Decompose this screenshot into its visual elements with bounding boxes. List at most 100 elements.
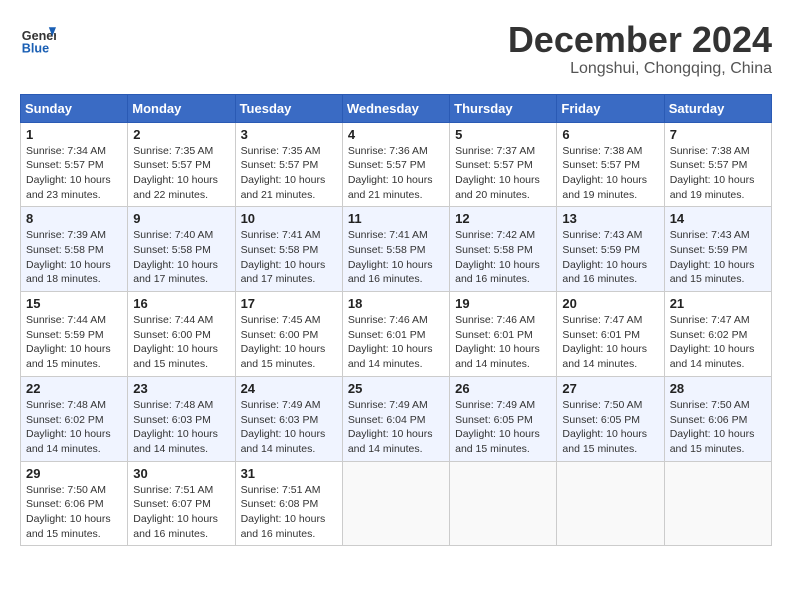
header-sunday: Sunday [21,94,128,122]
day-number: 29 [26,466,122,481]
day-number: 30 [133,466,229,481]
header-friday: Friday [557,94,664,122]
day-cell-12: 12 Sunrise: 7:42 AM Sunset: 5:58 PM Dayl… [450,207,557,292]
day-number: 7 [670,127,766,142]
day-info: Sunrise: 7:46 AM Sunset: 6:01 PM Dayligh… [455,313,551,372]
empty-cell [664,461,771,546]
day-info: Sunrise: 7:46 AM Sunset: 6:01 PM Dayligh… [348,313,444,372]
day-cell-22: 22 Sunrise: 7:48 AM Sunset: 6:02 PM Dayl… [21,376,128,461]
day-number: 28 [670,381,766,396]
day-number: 10 [241,211,337,226]
day-cell-25: 25 Sunrise: 7:49 AM Sunset: 6:04 PM Dayl… [342,376,449,461]
day-cell-29: 29 Sunrise: 7:50 AM Sunset: 6:06 PM Dayl… [21,461,128,546]
day-cell-17: 17 Sunrise: 7:45 AM Sunset: 6:00 PM Dayl… [235,292,342,377]
day-info: Sunrise: 7:48 AM Sunset: 6:03 PM Dayligh… [133,398,229,457]
day-number: 5 [455,127,551,142]
header-wednesday: Wednesday [342,94,449,122]
day-info: Sunrise: 7:37 AM Sunset: 5:57 PM Dayligh… [455,144,551,203]
calendar-week-2: 8 Sunrise: 7:39 AM Sunset: 5:58 PM Dayli… [21,207,772,292]
day-info: Sunrise: 7:45 AM Sunset: 6:00 PM Dayligh… [241,313,337,372]
day-number: 14 [670,211,766,226]
day-info: Sunrise: 7:38 AM Sunset: 5:57 PM Dayligh… [670,144,766,203]
day-number: 1 [26,127,122,142]
day-info: Sunrise: 7:51 AM Sunset: 6:08 PM Dayligh… [241,483,337,542]
day-number: 8 [26,211,122,226]
header-thursday: Thursday [450,94,557,122]
day-cell-18: 18 Sunrise: 7:46 AM Sunset: 6:01 PM Dayl… [342,292,449,377]
header-monday: Monday [128,94,235,122]
day-number: 2 [133,127,229,142]
day-info: Sunrise: 7:51 AM Sunset: 6:07 PM Dayligh… [133,483,229,542]
day-info: Sunrise: 7:49 AM Sunset: 6:03 PM Dayligh… [241,398,337,457]
day-info: Sunrise: 7:50 AM Sunset: 6:05 PM Dayligh… [562,398,658,457]
day-info: Sunrise: 7:34 AM Sunset: 5:57 PM Dayligh… [26,144,122,203]
day-cell-23: 23 Sunrise: 7:48 AM Sunset: 6:03 PM Dayl… [128,376,235,461]
day-cell-31: 31 Sunrise: 7:51 AM Sunset: 6:08 PM Dayl… [235,461,342,546]
svg-text:Blue: Blue [22,41,49,55]
month-title: December 2024 [508,20,772,60]
day-cell-26: 26 Sunrise: 7:49 AM Sunset: 6:05 PM Dayl… [450,376,557,461]
calendar-week-5: 29 Sunrise: 7:50 AM Sunset: 6:06 PM Dayl… [21,461,772,546]
day-cell-11: 11 Sunrise: 7:41 AM Sunset: 5:58 PM Dayl… [342,207,449,292]
logo: General Blue [20,20,56,56]
day-cell-16: 16 Sunrise: 7:44 AM Sunset: 6:00 PM Dayl… [128,292,235,377]
logo-icon: General Blue [20,20,56,56]
day-cell-27: 27 Sunrise: 7:50 AM Sunset: 6:05 PM Dayl… [557,376,664,461]
day-info: Sunrise: 7:38 AM Sunset: 5:57 PM Dayligh… [562,144,658,203]
location: Longshui, Chongqing, China [508,60,772,78]
day-cell-15: 15 Sunrise: 7:44 AM Sunset: 5:59 PM Dayl… [21,292,128,377]
day-number: 17 [241,296,337,311]
header-saturday: Saturday [664,94,771,122]
day-cell-1: 1 Sunrise: 7:34 AM Sunset: 5:57 PM Dayli… [21,122,128,207]
day-info: Sunrise: 7:41 AM Sunset: 5:58 PM Dayligh… [241,228,337,287]
day-cell-4: 4 Sunrise: 7:36 AM Sunset: 5:57 PM Dayli… [342,122,449,207]
day-cell-5: 5 Sunrise: 7:37 AM Sunset: 5:57 PM Dayli… [450,122,557,207]
day-number: 11 [348,211,444,226]
day-cell-14: 14 Sunrise: 7:43 AM Sunset: 5:59 PM Dayl… [664,207,771,292]
day-number: 4 [348,127,444,142]
empty-cell [342,461,449,546]
day-number: 27 [562,381,658,396]
day-info: Sunrise: 7:44 AM Sunset: 5:59 PM Dayligh… [26,313,122,372]
day-number: 24 [241,381,337,396]
day-info: Sunrise: 7:48 AM Sunset: 6:02 PM Dayligh… [26,398,122,457]
calendar-header-row: Sunday Monday Tuesday Wednesday Thursday… [21,94,772,122]
day-info: Sunrise: 7:47 AM Sunset: 6:02 PM Dayligh… [670,313,766,372]
day-cell-9: 9 Sunrise: 7:40 AM Sunset: 5:58 PM Dayli… [128,207,235,292]
day-info: Sunrise: 7:36 AM Sunset: 5:57 PM Dayligh… [348,144,444,203]
day-number: 16 [133,296,229,311]
day-number: 6 [562,127,658,142]
day-info: Sunrise: 7:50 AM Sunset: 6:06 PM Dayligh… [26,483,122,542]
day-number: 22 [26,381,122,396]
page-header: General Blue December 2024 Longshui, Cho… [20,20,772,78]
day-cell-24: 24 Sunrise: 7:49 AM Sunset: 6:03 PM Dayl… [235,376,342,461]
day-info: Sunrise: 7:49 AM Sunset: 6:04 PM Dayligh… [348,398,444,457]
day-cell-21: 21 Sunrise: 7:47 AM Sunset: 6:02 PM Dayl… [664,292,771,377]
day-info: Sunrise: 7:40 AM Sunset: 5:58 PM Dayligh… [133,228,229,287]
day-number: 26 [455,381,551,396]
day-cell-6: 6 Sunrise: 7:38 AM Sunset: 5:57 PM Dayli… [557,122,664,207]
calendar-table: Sunday Monday Tuesday Wednesday Thursday… [20,94,772,547]
day-cell-8: 8 Sunrise: 7:39 AM Sunset: 5:58 PM Dayli… [21,207,128,292]
day-info: Sunrise: 7:39 AM Sunset: 5:58 PM Dayligh… [26,228,122,287]
day-cell-7: 7 Sunrise: 7:38 AM Sunset: 5:57 PM Dayli… [664,122,771,207]
day-number: 20 [562,296,658,311]
day-number: 25 [348,381,444,396]
day-info: Sunrise: 7:49 AM Sunset: 6:05 PM Dayligh… [455,398,551,457]
day-info: Sunrise: 7:35 AM Sunset: 5:57 PM Dayligh… [241,144,337,203]
day-number: 23 [133,381,229,396]
calendar-week-3: 15 Sunrise: 7:44 AM Sunset: 5:59 PM Dayl… [21,292,772,377]
day-info: Sunrise: 7:41 AM Sunset: 5:58 PM Dayligh… [348,228,444,287]
day-number: 3 [241,127,337,142]
day-cell-13: 13 Sunrise: 7:43 AM Sunset: 5:59 PM Dayl… [557,207,664,292]
calendar-week-4: 22 Sunrise: 7:48 AM Sunset: 6:02 PM Dayl… [21,376,772,461]
day-cell-20: 20 Sunrise: 7:47 AM Sunset: 6:01 PM Dayl… [557,292,664,377]
day-cell-10: 10 Sunrise: 7:41 AM Sunset: 5:58 PM Dayl… [235,207,342,292]
day-number: 19 [455,296,551,311]
header-tuesday: Tuesday [235,94,342,122]
day-cell-2: 2 Sunrise: 7:35 AM Sunset: 5:57 PM Dayli… [128,122,235,207]
empty-cell [557,461,664,546]
day-cell-28: 28 Sunrise: 7:50 AM Sunset: 6:06 PM Dayl… [664,376,771,461]
day-number: 21 [670,296,766,311]
day-number: 12 [455,211,551,226]
